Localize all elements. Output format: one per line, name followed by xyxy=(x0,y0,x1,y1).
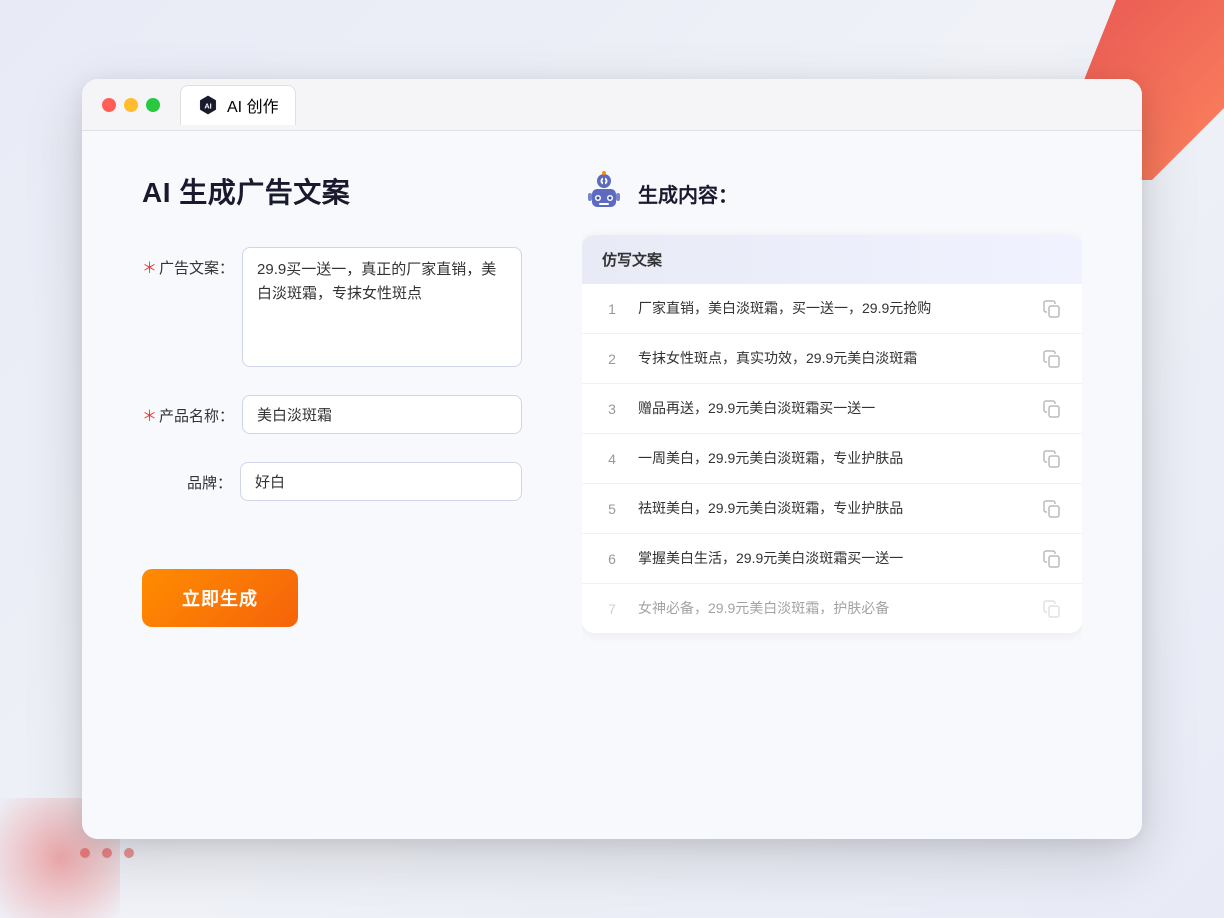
form-group-brand: 品牌： 好白 xyxy=(142,462,522,501)
row-text: 祛斑美白，29.9元美白淡斑霜，专业护肤品 xyxy=(638,498,1026,519)
browser-window: AI AI 创作 AI 生成广告文案 ＊广告文案： 29.9买一送一，真正的厂家… xyxy=(82,79,1142,839)
table-row: 5 祛斑美白，29.9元美白淡斑霜，专业护肤品 xyxy=(582,484,1082,534)
result-card: 仿写文案 1 厂家直销，美白淡斑霜，买一送一，29.9元抢购 2 专抹女性斑点，真实… xyxy=(582,235,1082,633)
right-panel: 生成内容： 仿写文案 1 厂家直销，美白淡斑霜，买一送一，29.9元抢购 2 专抹女… xyxy=(582,171,1082,799)
table-row: 4 一周美白，29.9元美白淡斑霜，专业护肤品 xyxy=(582,434,1082,484)
browser-content: AI 生成广告文案 ＊广告文案： 29.9买一送一，真正的厂家直销，美白淡斑霜，… xyxy=(82,131,1142,839)
ad-copy-input[interactable]: 29.9买一送一，真正的厂家直销，美白淡斑霜，专抹女性斑点 xyxy=(242,247,522,367)
brand-label: 品牌： xyxy=(142,462,232,493)
copy-button[interactable] xyxy=(1042,399,1062,419)
row-number: 4 xyxy=(602,451,622,467)
left-panel: AI 生成广告文案 ＊广告文案： 29.9买一送一，真正的厂家直销，美白淡斑霜，… xyxy=(142,171,522,799)
tab-label: AI 创作 xyxy=(227,93,279,117)
generate-button[interactable]: 立即生成 xyxy=(142,569,298,627)
row-number: 6 xyxy=(602,551,622,567)
copy-button[interactable] xyxy=(1042,449,1062,469)
table-row: 3 赠品再送，29.9元美白淡斑霜买一送一 xyxy=(582,384,1082,434)
copy-button[interactable] xyxy=(1042,499,1062,519)
table-row: 6 掌握美白生活，29.9元美白淡斑霜买一送一 xyxy=(582,534,1082,584)
traffic-light-red[interactable] xyxy=(102,98,116,112)
row-number: 1 xyxy=(602,301,622,317)
browser-titlebar: AI AI 创作 xyxy=(82,79,1142,131)
ai-tab-icon: AI xyxy=(197,94,219,116)
copy-button[interactable] xyxy=(1042,599,1062,619)
row-text: 厂家直销，美白淡斑霜，买一送一，29.9元抢购 xyxy=(638,298,1026,319)
copy-button[interactable] xyxy=(1042,549,1062,569)
copy-button[interactable] xyxy=(1042,349,1062,369)
table-col-label: 仿写文案 xyxy=(602,252,662,269)
robot-icon xyxy=(582,171,626,215)
row-text: 女神必备，29.9元美白淡斑霜，护肤必备 xyxy=(638,598,1026,619)
table-row: 7 女神必备，29.9元美白淡斑霜，护肤必备 xyxy=(582,584,1082,633)
row-number: 2 xyxy=(602,351,622,367)
ad-copy-required-star: ＊ xyxy=(142,260,157,277)
row-text: 赠品再送，29.9元美白淡斑霜买一送一 xyxy=(638,398,1026,419)
brand-input[interactable]: 好白 xyxy=(240,462,522,501)
result-title: 生成内容： xyxy=(638,179,738,208)
copy-button[interactable] xyxy=(1042,299,1062,319)
svg-text:AI: AI xyxy=(204,102,211,111)
product-name-required-star: ＊ xyxy=(142,408,157,425)
product-name-input[interactable]: 美白淡斑霜 xyxy=(242,395,522,434)
browser-tab[interactable]: AI AI 创作 xyxy=(180,85,296,125)
traffic-light-green[interactable] xyxy=(146,98,160,112)
dots-decoration xyxy=(80,848,134,858)
row-number: 7 xyxy=(602,601,622,617)
row-text: 一周美白，29.9元美白淡斑霜，专业护肤品 xyxy=(638,448,1026,469)
result-rows-container: 1 厂家直销，美白淡斑霜，买一送一，29.9元抢购 2 专抹女性斑点，真实功效，29… xyxy=(582,284,1082,633)
main-layout: AI 生成广告文案 ＊广告文案： 29.9买一送一，真正的厂家直销，美白淡斑霜，… xyxy=(142,171,1082,799)
page-title: AI 生成广告文案 xyxy=(142,171,522,211)
traffic-lights xyxy=(102,98,160,112)
table-row: 2 专抹女性斑点，真实功效，29.9元美白淡斑霜 xyxy=(582,334,1082,384)
result-table-header: 仿写文案 xyxy=(582,235,1082,284)
table-row: 1 厂家直销，美白淡斑霜，买一送一，29.9元抢购 xyxy=(582,284,1082,334)
row-number: 3 xyxy=(602,401,622,417)
traffic-light-yellow[interactable] xyxy=(124,98,138,112)
form-group-product-name: ＊产品名称： 美白淡斑霜 xyxy=(142,395,522,434)
form-group-ad-copy: ＊广告文案： 29.9买一送一，真正的厂家直销，美白淡斑霜，专抹女性斑点 xyxy=(142,247,522,367)
row-number: 5 xyxy=(602,501,622,517)
row-text: 掌握美白生活，29.9元美白淡斑霜买一送一 xyxy=(638,548,1026,569)
product-name-label: ＊产品名称： xyxy=(142,395,234,426)
row-text: 专抹女性斑点，真实功效，29.9元美白淡斑霜 xyxy=(638,348,1026,369)
result-header: 生成内容： xyxy=(582,171,1082,215)
ad-copy-label: ＊广告文案： xyxy=(142,247,234,278)
